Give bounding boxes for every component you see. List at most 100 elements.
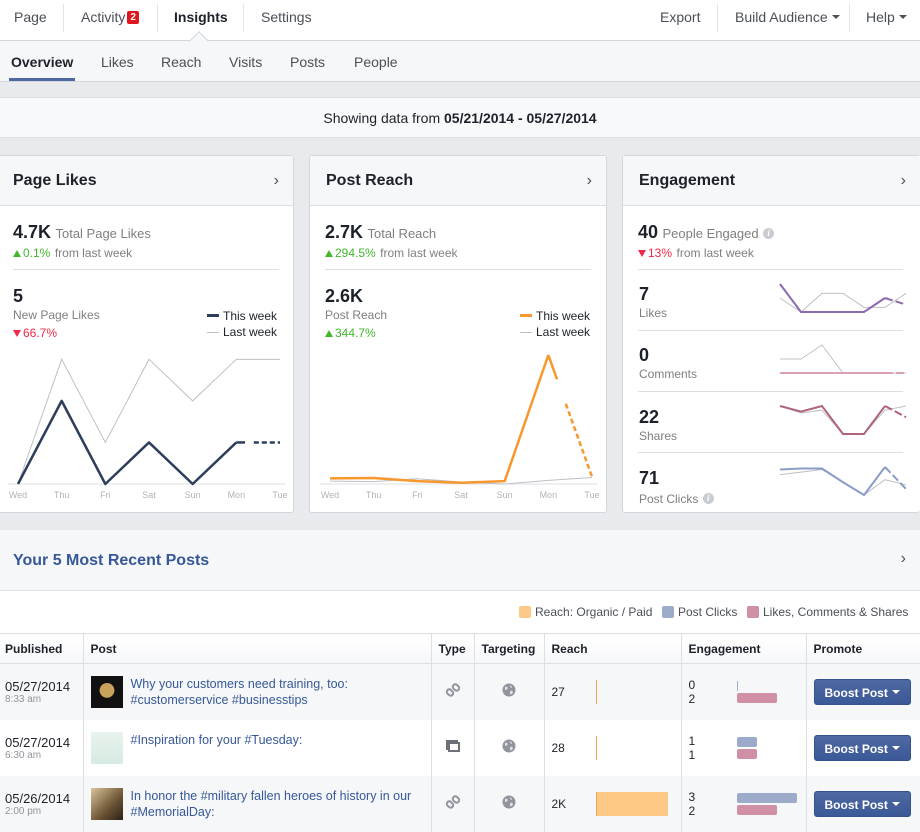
reach-cell: 27 (543, 663, 681, 720)
total-page-likes-value: 4.7K (13, 222, 52, 242)
new-page-likes-label: New Page Likes (13, 308, 100, 322)
post-thumbnail[interactable] (90, 731, 123, 764)
comments-sparkline (780, 344, 906, 374)
build-audience-dropdown[interactable]: Build Audience (735, 0, 840, 40)
nav-divider (717, 4, 718, 32)
x-tick-label: Wed (321, 490, 339, 500)
post-link[interactable]: #Inspiration for your #Tuesday: (131, 732, 421, 748)
divider (325, 269, 591, 270)
x-tick-label: Mon (228, 490, 246, 500)
link-icon (445, 683, 460, 700)
series-line-this-week (16, 399, 238, 486)
table-row[interactable]: 05/26/2014 2:00 pm In honor the #military … (0, 775, 920, 832)
lcs-bar (736, 748, 757, 759)
post-clicks-value: 71 (639, 468, 660, 488)
boost-post-button[interactable]: Boost Post (813, 678, 911, 705)
engagement-header[interactable]: Engagement › (623, 156, 920, 206)
published-time: 6:30 am (5, 749, 42, 761)
lcs-count: 2 (688, 803, 696, 818)
change-value: 13% (648, 246, 673, 260)
info-icon[interactable]: i (702, 493, 714, 504)
post-thumbnail[interactable] (90, 787, 123, 820)
nav-activity[interactable]: Activity 2 (81, 0, 139, 40)
comments-label: Comments (639, 367, 698, 381)
tab-posts[interactable]: Posts (290, 41, 325, 81)
post-clicks-bar (736, 736, 757, 747)
down-arrow-icon (638, 250, 646, 257)
engagement-bars (736, 679, 799, 705)
change-value: 0.1% (23, 246, 51, 260)
export-button[interactable]: Export (660, 0, 700, 40)
legend-label: Post Clicks (678, 605, 738, 619)
globe-icon[interactable] (502, 739, 516, 756)
targeting-cell (473, 775, 544, 832)
build-audience-label: Build Audience (735, 9, 828, 25)
column-header-post[interactable]: Post (82, 633, 431, 664)
divider (638, 452, 903, 453)
reach-value: 27 (551, 684, 565, 699)
chevron-right-icon[interactable]: › (587, 172, 592, 190)
chevron-right-icon[interactable]: › (274, 172, 279, 190)
post-thumbnail[interactable] (90, 675, 123, 708)
post-cell: In honor the #military fallen heroes of … (82, 775, 431, 832)
promote-cell: Boost Post (805, 719, 920, 776)
nav-settings[interactable]: Settings (261, 0, 312, 40)
recent-posts-header[interactable]: Your 5 Most Recent Posts › (0, 530, 920, 591)
globe-icon[interactable] (502, 795, 516, 812)
post-cell: Why your customers need training, too: #… (82, 663, 431, 720)
recent-posts-table: Published Post Type Targeting Reach Enga… (0, 633, 920, 832)
tab-visits[interactable]: Visits (229, 41, 262, 81)
column-header-published[interactable]: Published (0, 633, 83, 664)
legend-label: This week (223, 309, 278, 323)
tab-likes[interactable]: Likes (101, 41, 134, 81)
engagement-card: Engagement › 40 People Engaged i 13% fro… (622, 155, 920, 513)
info-icon[interactable]: i (763, 228, 775, 239)
post-reach-value: 2.6K (325, 286, 364, 306)
card-title: Post Reach (326, 172, 414, 189)
post-link[interactable]: In honor the #military fallen heroes of … (131, 788, 421, 820)
chevron-right-icon[interactable]: › (901, 172, 906, 190)
legend-reach: Reach: Organic / Paid (519, 605, 652, 619)
change-suffix: from last week (54, 246, 133, 260)
boost-post-label: Boost Post (824, 685, 888, 700)
likes-value: 7 (639, 284, 650, 304)
card-title: Engagement (639, 172, 736, 189)
page-likes-header[interactable]: Page Likes › (0, 156, 293, 206)
table-row[interactable]: 05/27/2014 6:30 am #Inspiration for your #… (0, 719, 920, 776)
page-likes-chart: Wed Thu Fri Sat Sun Mon Tue (8, 358, 288, 500)
type-cell (430, 663, 474, 720)
tab-people[interactable]: People (354, 41, 398, 81)
lcs-count: 2 (688, 691, 696, 706)
published-cell: 05/26/2014 2:00 pm (0, 775, 83, 832)
reach-value: 28 (551, 740, 565, 755)
boost-post-label: Boost Post (824, 797, 888, 812)
change-value: 344.7% (335, 326, 376, 340)
nav-divider (243, 4, 244, 32)
engagement-change: 13% from last week (638, 244, 754, 262)
column-header-type[interactable]: Type (430, 633, 474, 664)
column-header-reach[interactable]: Reach (543, 633, 681, 664)
column-header-promote[interactable]: Promote (805, 633, 920, 664)
chevron-down-icon (831, 15, 840, 19)
legend-this-week: This week (207, 309, 277, 323)
post-link[interactable]: Why your customers need training, too: #… (131, 676, 421, 708)
tab-overview[interactable]: Overview (11, 41, 73, 81)
column-header-engagement[interactable]: Engagement (680, 633, 806, 664)
published-cell: 05/27/2014 8:33 am (0, 663, 83, 720)
post-reach-header[interactable]: Post Reach › (310, 156, 606, 206)
divider (638, 391, 903, 392)
boost-post-button[interactable]: Boost Post (813, 734, 911, 761)
help-dropdown[interactable]: Help (866, 0, 907, 40)
nav-page[interactable]: Page (14, 0, 47, 40)
chevron-right-icon[interactable]: › (901, 550, 906, 568)
post-clicks-bar (736, 680, 738, 691)
globe-icon[interactable] (502, 683, 516, 700)
post-clicks-label: Post Clicks (639, 492, 699, 506)
total-page-likes-label: Total Page Likes (55, 226, 151, 241)
engagement-cell: 32 (680, 775, 806, 832)
legend-swatch (207, 314, 219, 317)
table-row[interactable]: 05/27/2014 8:33 am Why your customers need… (0, 663, 920, 720)
sparkline-this-week (779, 283, 886, 313)
post-reach-chart: Wed Thu Fri Sat Sun Mon Tue (320, 354, 600, 500)
column-header-targeting[interactable]: Targeting (473, 633, 544, 664)
